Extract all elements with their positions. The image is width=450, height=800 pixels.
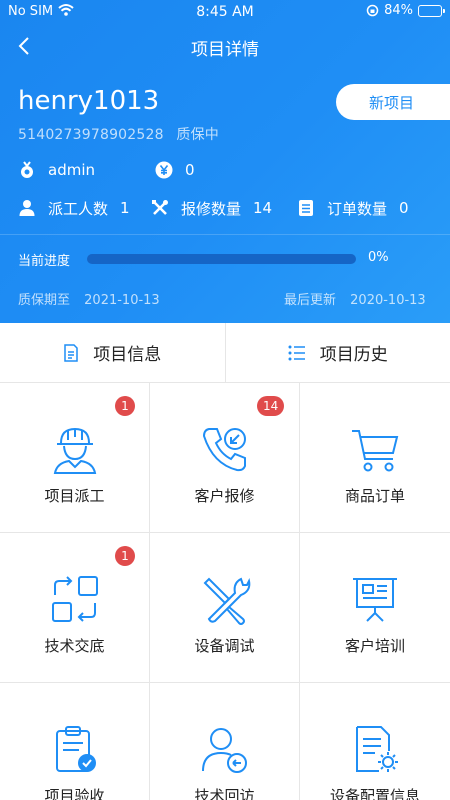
stat-value: 14 — [253, 199, 273, 217]
stat-value: 0 — [399, 199, 409, 217]
phone-call-icon — [202, 428, 246, 472]
module-label: 客户培训 — [344, 637, 405, 655]
nav-bar: 项目详情 — [0, 24, 450, 68]
battery-icon — [418, 4, 445, 17]
orientation-lock-icon — [366, 4, 379, 17]
module-label: 技术回访 — [194, 787, 255, 800]
person-icon — [19, 200, 35, 216]
project-status: 质保中 — [176, 127, 219, 143]
module-label: 项目验收 — [44, 787, 105, 800]
tab-label: 项目信息 — [93, 345, 162, 365]
project-name: henry1013 — [18, 86, 160, 116]
amount-row: 0 — [155, 159, 195, 181]
presentation-board-icon — [353, 578, 397, 622]
status-bar: No SIM 8:45 AM 84% — [0, 0, 450, 24]
header-divider — [0, 234, 450, 235]
exchange-blocks-icon — [51, 576, 98, 622]
warranty-label: 质保期至 — [18, 293, 71, 308]
updated-label: 最后更新 — [284, 293, 337, 308]
stat-label: 报修数量 — [181, 199, 242, 218]
shopping-cart-icon — [352, 430, 399, 472]
module-tech-handover[interactable]: 1 技术交底 — [0, 533, 150, 683]
module-device-config[interactable]: 设备配置信息 — [300, 683, 450, 800]
notification-badge: 1 — [115, 546, 135, 566]
clipboard-check-icon — [55, 726, 96, 772]
new-project-button[interactable]: 新项目 — [336, 84, 450, 120]
project-code: 5140273978902528 — [18, 127, 164, 143]
history-list-icon — [288, 345, 305, 360]
document-gear-icon — [356, 726, 398, 772]
module-revisit[interactable]: 技术回访 — [150, 683, 300, 800]
amount-value: 0 — [185, 161, 195, 179]
tools-icon — [152, 200, 168, 215]
battery-percent: 84% — [384, 3, 413, 18]
module-label: 技术交底 — [44, 637, 105, 655]
module-repair[interactable]: 14 客户报修 — [150, 383, 300, 533]
progress-label: 当前进度 — [18, 254, 71, 269]
notification-badge: 14 — [257, 396, 285, 416]
stat-label: 派工人数 — [48, 199, 109, 218]
warranty-line: 质保期至 2021-10-13 — [18, 289, 160, 308]
stat-label: 订单数量 — [327, 199, 388, 218]
tools-icon — [203, 577, 250, 625]
stat-workers: 派工人数 1 — [18, 197, 130, 219]
tab-project-history[interactable]: 项目历史 — [224, 323, 450, 382]
stat-repairs: 报修数量 14 — [151, 197, 272, 219]
module-acceptance[interactable]: 项目验收 — [0, 683, 150, 800]
module-dispatch[interactable]: 1 项目派工 — [0, 383, 150, 533]
project-code-line: 5140273978902528 质保中 — [18, 124, 219, 144]
owner-row: admin — [18, 159, 95, 181]
document-icon — [64, 343, 78, 362]
module-label: 客户报修 — [194, 487, 255, 505]
module-label: 设备调试 — [194, 637, 255, 655]
progress-value: 0% — [368, 250, 389, 265]
module-training[interactable]: 客户培训 — [300, 533, 450, 683]
updated-line: 最后更新 2020-10-13 — [284, 289, 426, 308]
warranty-date: 2021-10-13 — [84, 293, 160, 308]
module-debugging[interactable]: 设备调试 — [150, 533, 300, 683]
tab-label: 项目历史 — [319, 345, 388, 365]
tab-project-info[interactable]: 项目信息 — [0, 323, 225, 382]
medal-icon — [21, 161, 33, 178]
module-label: 设备配置信息 — [329, 787, 420, 800]
project-header: No SIM 8:45 AM 84% 项目详情 henry1013 514027… — [0, 0, 450, 323]
worker-helmet-icon — [53, 427, 96, 474]
project-tabs: 项目信息 项目历史 — [0, 323, 450, 383]
stat-orders: 订单数量 0 — [297, 197, 409, 219]
stat-value: 1 — [120, 199, 130, 217]
yuan-coin-icon — [155, 161, 173, 179]
module-grid: 1 项目派工 14 客户报修 商品订单 1 技术交底 设备调试 客户培训 项目验… — [0, 383, 450, 800]
list-icon — [299, 200, 313, 216]
page-title: 项目详情 — [191, 40, 259, 60]
user-return-icon — [201, 728, 247, 773]
module-label: 商品订单 — [344, 487, 405, 505]
module-orders[interactable]: 商品订单 — [300, 383, 450, 533]
updated-date: 2020-10-13 — [350, 293, 426, 308]
notification-badge: 1 — [115, 396, 135, 416]
owner-name: admin — [48, 161, 95, 179]
module-label: 项目派工 — [44, 487, 105, 505]
progress-bar — [87, 254, 356, 264]
